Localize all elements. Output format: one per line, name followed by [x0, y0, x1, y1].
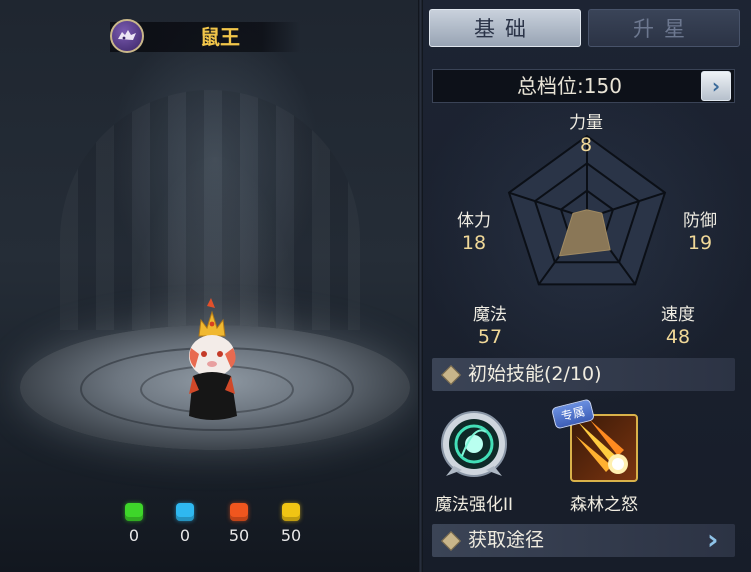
- skill-forest-fury[interactable]: [570, 414, 638, 482]
- rat-king-sprite[interactable]: [185, 298, 245, 423]
- chevron-right-icon[interactable]: ›: [707, 525, 719, 555]
- yellow-gem-icon: [282, 503, 300, 521]
- tab-basic[interactable]: 基础: [429, 9, 581, 47]
- green-gem-value: 0: [128, 526, 140, 545]
- stat-name-magic: 魔法: [473, 305, 507, 325]
- yellow-gem-value: 50: [280, 526, 302, 545]
- stat-value-stamina: 18: [461, 232, 487, 254]
- tab-star-up[interactable]: 升星: [588, 9, 740, 47]
- stat-value-defense: 19: [687, 232, 713, 254]
- forest-fury-icon: [576, 420, 628, 474]
- stat-name-speed: 速度: [661, 305, 695, 325]
- green-gem-icon: [125, 503, 143, 521]
- creature-name: 鼠王: [200, 25, 240, 49]
- total-tier-text: 总档位:150: [517, 74, 622, 98]
- blue-gem-value: 0: [179, 526, 191, 545]
- skill-name-forest-fury: 森林之怒: [570, 495, 638, 515]
- stat-name-defense: 防御: [683, 211, 717, 231]
- stat-value-speed: 48: [665, 326, 691, 348]
- skill-name-magic-boost: 魔法强化II: [434, 495, 514, 515]
- beast-emblem-icon: [110, 19, 144, 53]
- stat-value-magic: 57: [477, 326, 503, 348]
- stat-name-strength: 力量: [569, 113, 603, 133]
- stat-name-stamina: 体力: [457, 211, 491, 231]
- total-tier-detail-button[interactable]: ›: [701, 71, 731, 101]
- skills-section-title: 初始技能(2/10): [468, 363, 602, 385]
- red-gem-value: 50: [228, 526, 250, 545]
- magic-boost-icon: [441, 411, 507, 477]
- skill-magic-boost[interactable]: [440, 410, 508, 478]
- chevron-right-icon: ›: [711, 74, 721, 98]
- stat-value-strength: 8: [579, 134, 593, 156]
- red-gem-icon: [230, 503, 248, 521]
- creature-stage: [0, 0, 423, 572]
- blue-gem-icon: [176, 503, 194, 521]
- obtain-section-title: 获取途径: [468, 529, 545, 551]
